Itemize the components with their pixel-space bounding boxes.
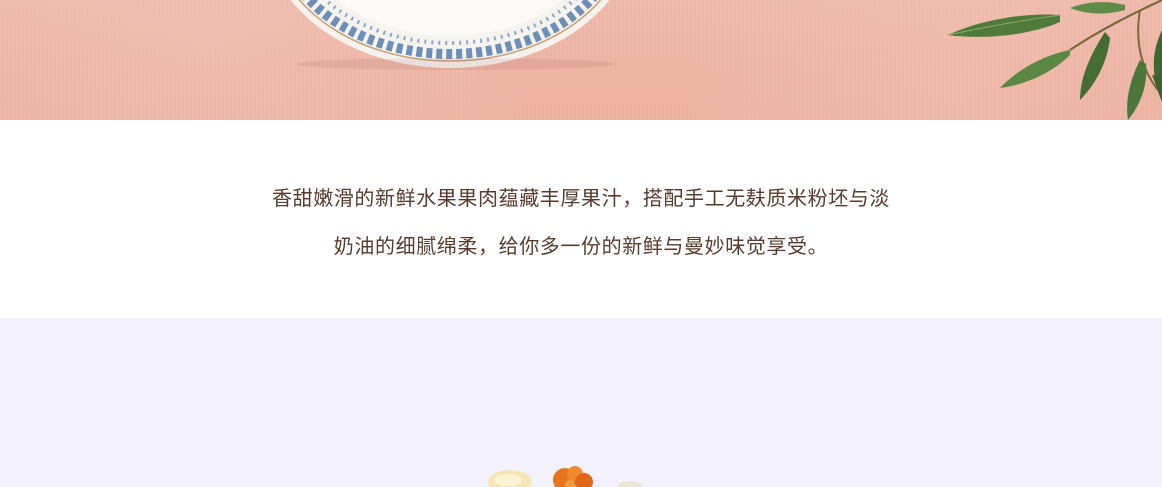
olive-leaves-image — [947, 0, 1162, 120]
hero-photo — [0, 0, 1162, 120]
description-line-2: 奶油的细腻绵柔，给你多一份的新鲜与曼妙味觉享受。 — [333, 234, 829, 258]
product-detail-page: 香甜嫩滑的新鲜水果果肉蕴藏丰厚果汁，搭配手工无麸质米粉坯与淡 奶油的细腻绵柔，给… — [0, 0, 1162, 487]
dessert-plate-image — [290, 0, 615, 70]
description-line-1: 香甜嫩滑的新鲜水果果肉蕴藏丰厚果汁，搭配手工无麸质米粉坯与淡 — [272, 186, 890, 210]
fruit-dessert-image — [488, 466, 642, 487]
product-description: 香甜嫩滑的新鲜水果果肉蕴藏丰厚果汁，搭配手工无麸质米粉坯与淡 奶油的细腻绵柔，给… — [0, 120, 1162, 318]
next-product-section — [0, 318, 1162, 487]
